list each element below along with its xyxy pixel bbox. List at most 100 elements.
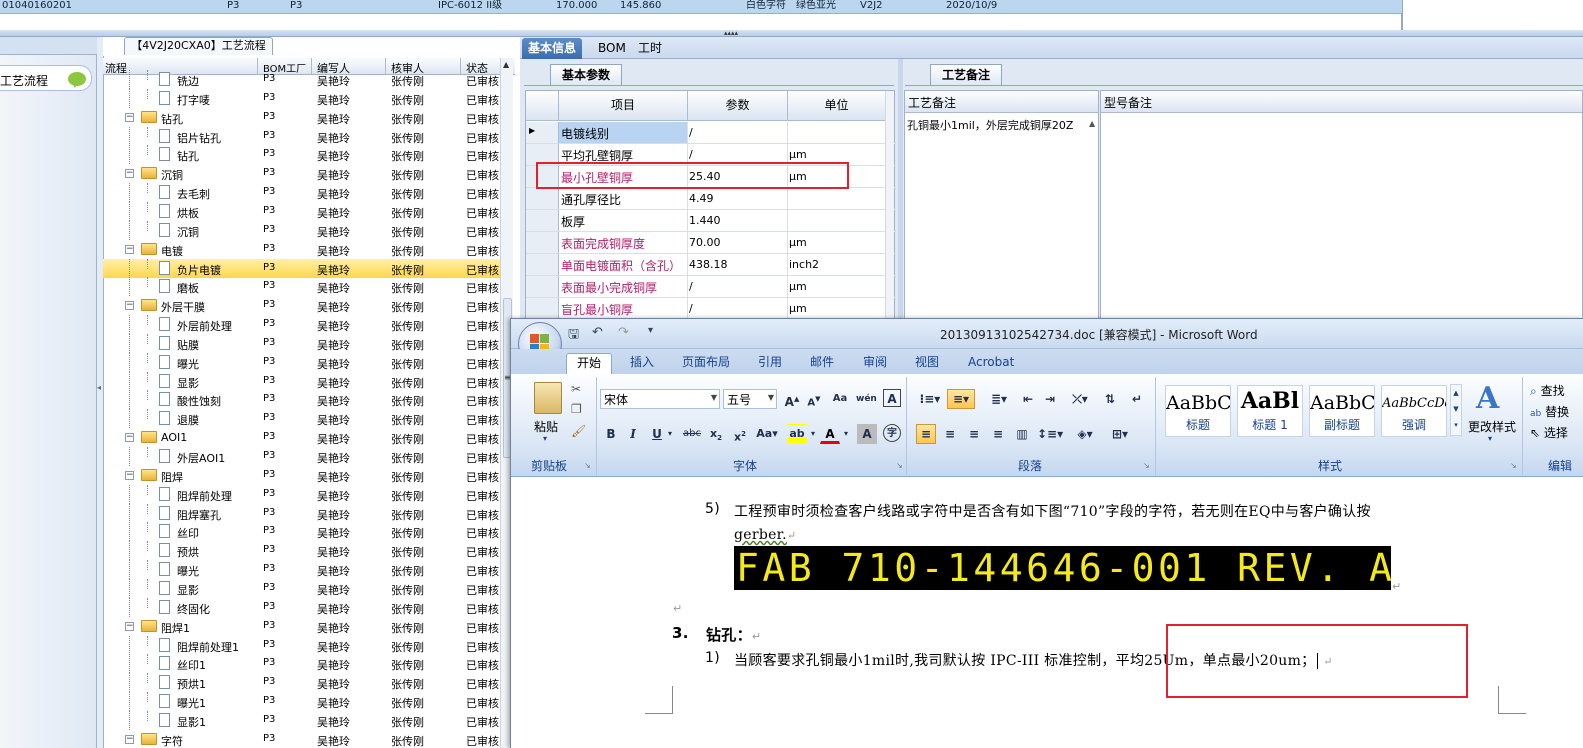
align-left-icon[interactable]: ≡ xyxy=(916,424,936,444)
row-header[interactable] xyxy=(526,210,559,231)
param-unit[interactable] xyxy=(788,210,886,231)
tree-row[interactable]: − 阻焊 P3 吴艳玲 张传刚 已审核 xyxy=(103,466,500,485)
tree-row[interactable]: − 沉铜 P3 吴艳玲 张传刚 已审核 xyxy=(103,164,500,183)
param-row[interactable]: 表面完成铜厚度 70.00 μm xyxy=(526,232,896,254)
param-unit[interactable]: inch2 xyxy=(788,254,886,275)
section-title[interactable]: 钻孔：↵ xyxy=(706,624,761,645)
param-value[interactable]: / xyxy=(688,276,788,297)
tree-row[interactable]: 阻焊前处理 P3 吴艳玲 张传刚 已审核 xyxy=(103,484,500,504)
collapse-icon[interactable]: − xyxy=(125,734,134,744)
redo-icon[interactable]: ↷ xyxy=(618,325,629,340)
tree-row[interactable]: 磨板 P3 吴艳玲 张传刚 已审核 xyxy=(103,277,500,297)
paste-icon[interactable] xyxy=(534,382,562,414)
bold-icon[interactable]: B xyxy=(601,424,621,444)
font-color-icon[interactable]: A xyxy=(820,424,840,444)
highlight-icon[interactable]: ab xyxy=(787,424,807,444)
top-record-row[interactable]: 01040160201 P3 P3 IPC-6012 II级 170.000 1… xyxy=(0,0,1402,14)
styles-launcher-icon[interactable]: ↘ xyxy=(1510,461,1517,470)
ribbon-tab-home[interactable]: 开始 xyxy=(566,353,613,374)
process-note-field[interactable]: 工艺备注 孔铜最小1mil，外层完成铜厚20Z ▲ xyxy=(904,90,1099,340)
style-emphasis[interactable]: AaBbCcDd 强调 xyxy=(1381,385,1447,437)
tree-row[interactable]: 阻焊塞孔 P3 吴艳玲 张传刚 已审核 xyxy=(103,503,500,523)
param-row[interactable]: 盲孔最小铜厚 / μm xyxy=(526,298,896,320)
param-value[interactable]: 1.440 xyxy=(688,210,788,231)
row-header[interactable] xyxy=(526,254,559,275)
ribbon-tab-acrobat[interactable]: Acrobat xyxy=(958,353,1024,374)
style-gallery-scroll[interactable]: ▲ ▼ ▾ xyxy=(1450,384,1462,436)
highlight-dropdown-icon[interactable]: ▾ xyxy=(808,424,818,444)
collapse-icon[interactable]: − xyxy=(125,169,134,179)
font-size-select[interactable]: 五号 ▼ xyxy=(723,389,777,409)
line-spacing-icon[interactable]: ↕≡▾ xyxy=(1036,424,1064,444)
collapse-icon[interactable]: − xyxy=(125,244,134,254)
tree-row[interactable]: 丝印1 P3 吴艳玲 张传刚 已审核 xyxy=(103,654,500,674)
save-icon[interactable]: 🖫 xyxy=(568,325,579,347)
collapse-icon[interactable]: − xyxy=(125,470,134,480)
shading-icon[interactable]: ◈▾ xyxy=(1070,424,1100,444)
shrink-font-icon[interactable]: A▼ xyxy=(804,389,824,409)
scroll-up-icon[interactable]: ▲ xyxy=(503,60,509,69)
param-unit[interactable] xyxy=(788,188,886,209)
collapse-icon[interactable]: − xyxy=(125,112,134,122)
paragraph-launcher-icon[interactable]: ↘ xyxy=(1143,461,1150,470)
enclose-characters-icon[interactable]: 字 xyxy=(883,424,901,442)
param-row[interactable]: 表面最小完成铜厚 / μm xyxy=(526,276,896,298)
tab-basic-info[interactable]: 基本信息 xyxy=(522,38,583,59)
undo-icon[interactable]: ↶ xyxy=(592,325,603,340)
param-unit[interactable]: μm xyxy=(788,276,886,297)
tree-row[interactable]: 终固化 P3 吴艳玲 张传刚 已审核 xyxy=(103,597,500,617)
customize-qat-icon[interactable]: ▾ xyxy=(648,325,653,336)
justify-icon[interactable]: ≡ xyxy=(988,424,1008,444)
tree-row[interactable]: 钻孔 P3 吴艳玲 张传刚 已审核 xyxy=(103,145,500,165)
tree-row[interactable]: 显影 P3 吴艳玲 张传刚 已审核 xyxy=(103,578,500,598)
tab-process-note[interactable]: 工艺备注 xyxy=(930,64,1002,85)
param-value[interactable]: / xyxy=(688,298,788,319)
tree-row[interactable]: 曝光 P3 吴艳玲 张传刚 已审核 xyxy=(103,560,500,580)
row-header[interactable] xyxy=(526,298,559,319)
change-styles-icon[interactable]: A xyxy=(1476,381,1499,416)
paste-dropdown-icon[interactable]: ▾ xyxy=(543,434,547,443)
change-case-icon[interactable]: Aa▾ xyxy=(755,424,779,444)
item-5-line-2[interactable]: gerber.↵ xyxy=(734,527,796,543)
param-value[interactable]: 438.18 xyxy=(688,254,788,275)
column-header-item[interactable]: 项目 xyxy=(559,91,688,121)
tree-row[interactable]: 铣边 P3 吴艳玲 张传刚 已审核 xyxy=(103,70,500,89)
sort-icon[interactable]: ⇅ xyxy=(1100,389,1120,409)
tab-process-flow[interactable]: 【4V2J20CXA0】工艺流程 xyxy=(124,37,273,55)
borders-icon[interactable]: ⊞▾ xyxy=(1105,424,1135,444)
tree-row[interactable]: 显影 P3 吴艳玲 张传刚 已审核 xyxy=(103,371,500,391)
superscript-icon[interactable]: x2 xyxy=(730,424,750,444)
style-title[interactable]: AaBbC(标题 xyxy=(1165,385,1231,437)
grow-font-icon[interactable]: A▲ xyxy=(782,389,802,409)
tree-row[interactable]: 烘板 P3 吴艳玲 张传刚 已审核 xyxy=(103,201,500,221)
row-header[interactable] xyxy=(526,276,559,297)
format-painter-icon[interactable]: 🖌 xyxy=(571,424,586,438)
tree-row[interactable]: 沉铜 P3 吴艳玲 张传刚 已审核 xyxy=(103,220,500,240)
param-row[interactable]: 通孔厚径比 4.49 xyxy=(526,188,896,210)
column-header-unit[interactable]: 单位 xyxy=(788,91,886,121)
tree-row[interactable]: 阻焊前处理1 P3 吴艳玲 张传刚 已审核 xyxy=(103,635,500,655)
row-header[interactable] xyxy=(526,232,559,253)
cut-icon[interactable]: ✂ xyxy=(571,382,581,396)
tab-work-hours[interactable]: 工时 xyxy=(632,38,668,59)
param-row[interactable]: ▶ 电镀线别 / xyxy=(526,122,896,144)
splitter-bar[interactable] xyxy=(0,30,1583,37)
process-note-text[interactable]: 孔铜最小1mil，外层完成铜厚20Z xyxy=(907,117,1073,133)
character-shading-icon[interactable]: A xyxy=(857,424,877,444)
numbering-icon[interactable]: ≡▾ xyxy=(947,389,975,409)
character-border-icon[interactable]: A xyxy=(883,389,901,407)
params-scrollbar[interactable] xyxy=(885,91,894,339)
tree-row[interactable]: 曝光 P3 吴艳玲 张传刚 已审核 xyxy=(103,352,500,372)
tree-row[interactable]: 曝光1 P3 吴艳玲 张传刚 已审核 xyxy=(103,692,500,712)
show-marks-icon[interactable]: ↵ xyxy=(1127,389,1147,409)
tree-row[interactable]: − AOI1 P3 吴艳玲 张传刚 已审核 xyxy=(103,428,500,447)
tree-row[interactable]: − 阻焊1 P3 吴艳玲 张传刚 已审核 xyxy=(103,617,500,636)
select-button[interactable]: ⇖ 选择 xyxy=(1530,424,1568,441)
param-row[interactable]: 板厚 1.440 xyxy=(526,210,896,232)
style-heading-1[interactable]: AaBl 标题 1 xyxy=(1237,385,1303,437)
row-header[interactable]: ▶ xyxy=(526,122,559,143)
tree-row[interactable]: − 外层干膜 P3 吴艳玲 张传刚 已审核 xyxy=(103,296,500,315)
tree-row[interactable]: − 字符 P3 吴艳玲 张传刚 已审核 xyxy=(103,730,500,748)
param-value[interactable]: 4.49 xyxy=(688,188,788,209)
tree-row[interactable]: 打字唛 P3 吴艳玲 张传刚 已审核 xyxy=(103,88,500,108)
